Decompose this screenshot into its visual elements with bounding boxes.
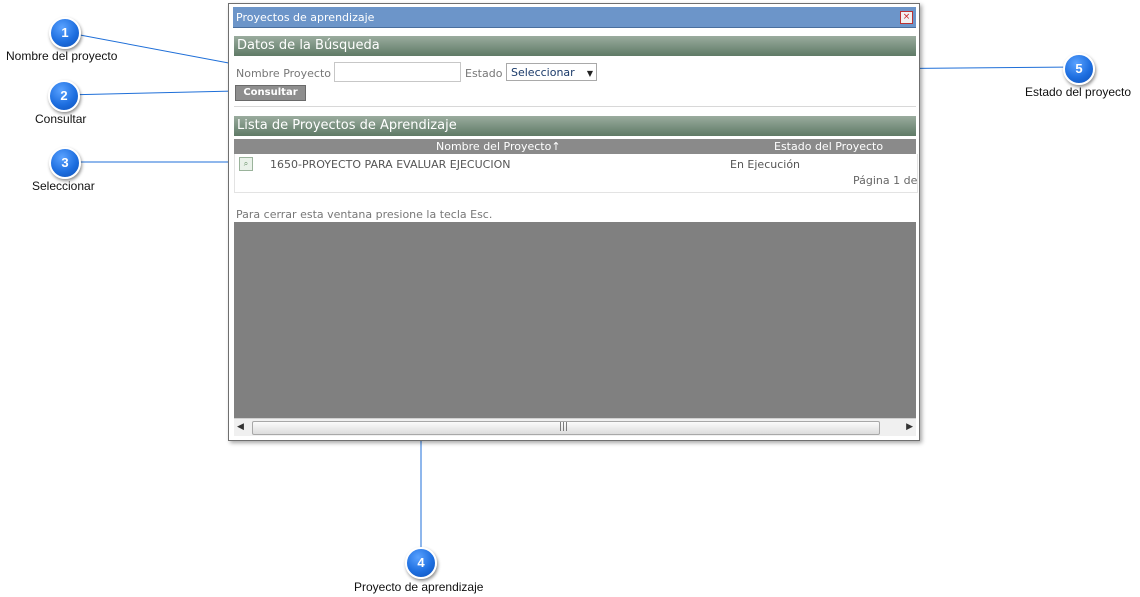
column-project-name[interactable]: Nombre del Proyecto↑: [436, 140, 561, 153]
dialog-title: Proyectos de aprendizaje: [236, 11, 375, 24]
state-select-value: Seleccionar: [511, 66, 575, 79]
callout-5-label: Estado del proyecto: [1025, 85, 1132, 99]
column-project-state[interactable]: Estado del Proyecto: [774, 140, 883, 153]
scroll-right-icon[interactable]: ▶: [906, 422, 913, 432]
callout-1-badge: 1: [49, 17, 81, 49]
section-divider: [234, 106, 916, 107]
callout-5-badge: 5: [1063, 53, 1095, 85]
consult-button[interactable]: Consultar: [235, 85, 306, 101]
callout-line-2: [63, 90, 237, 96]
search-section-title: Datos de la Búsqueda: [237, 38, 380, 53]
dialog-titlebar: Proyectos de aprendizaje ×: [233, 7, 916, 28]
callout-1-label: Nombre del proyecto: [6, 49, 118, 63]
empty-content-area: [234, 222, 916, 418]
magnifier-icon[interactable]: ⌕: [239, 157, 253, 171]
row-project-state: En Ejecución: [730, 158, 801, 171]
project-name-input[interactable]: [334, 62, 461, 82]
table-row[interactable]: ⌕ 1650-PROYECTO PARA EVALUAR EJECUCION E…: [234, 154, 918, 193]
close-icon[interactable]: ×: [900, 11, 913, 24]
projects-dialog: Proyectos de aprendizaje × Datos de la B…: [228, 3, 920, 441]
projects-grid-header: Nombre del Proyecto↑ Estado del Proyecto: [234, 139, 916, 154]
list-section-header: Lista de Proyectos de Aprendizaje: [234, 116, 916, 136]
project-name-label: Nombre Proyecto: [236, 67, 332, 80]
callout-3-badge: 3: [49, 147, 81, 179]
scroll-left-icon[interactable]: ◀: [237, 422, 244, 432]
callout-2-badge: 2: [48, 80, 80, 112]
scrollbar-thumb[interactable]: |||: [252, 421, 880, 435]
row-project-name[interactable]: 1650-PROYECTO PARA EVALUAR EJECUCION: [270, 158, 510, 171]
callout-3-label: Seleccionar: [32, 179, 95, 193]
list-section-title: Lista de Proyectos de Aprendizaje: [237, 118, 457, 133]
close-hint-text: Para cerrar esta ventana presione la tec…: [236, 208, 493, 221]
state-label: Estado: [465, 67, 503, 80]
scroll-grip-icon: |||: [559, 422, 569, 432]
callout-4-label: Proyecto de aprendizaje: [354, 580, 484, 594]
horizontal-scrollbar[interactable]: ◀ ||| ▶: [234, 418, 916, 436]
callout-4-badge: 4: [405, 547, 437, 579]
search-section-header: Datos de la Búsqueda: [234, 36, 916, 56]
chevron-down-icon: ▼: [586, 69, 593, 78]
state-select[interactable]: Seleccionar ▼: [506, 63, 597, 81]
pager-text: Página 1 de: [853, 174, 918, 187]
callout-2-label: Consultar: [35, 112, 87, 126]
